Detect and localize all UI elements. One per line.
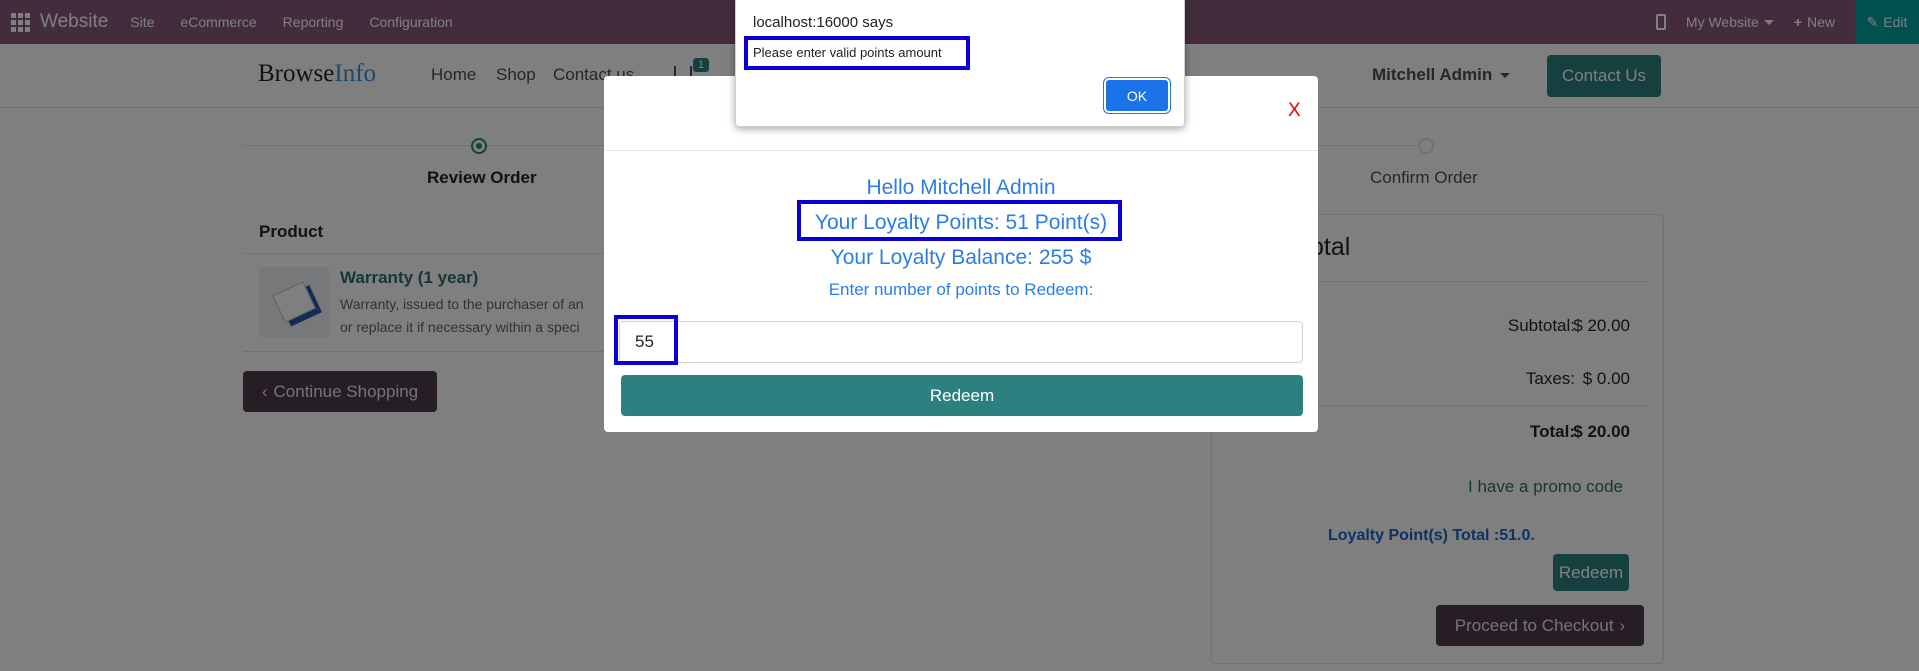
loyalty-redeem-modal: X Hello Mitchell Admin Your Loyalty Poin… <box>604 76 1318 432</box>
modal-close-button[interactable]: X <box>1288 100 1301 122</box>
highlight-box-points <box>797 200 1122 241</box>
loyalty-balance-text: Your Loyalty Balance: 255 $ <box>830 246 1092 269</box>
hello-greeting: Hello Mitchell Admin <box>866 176 1056 199</box>
redeem-button[interactable]: Redeem <box>621 375 1303 416</box>
highlight-box-input <box>614 315 678 365</box>
points-to-redeem-input[interactable]: 55 <box>619 321 1303 363</box>
browser-alert-dialog: localhost:16000 says Please enter valid … <box>735 0 1185 127</box>
alert-title: localhost:16000 says <box>753 14 894 31</box>
redeem-prompt: Enter number of points to Redeem: <box>828 280 1094 299</box>
highlight-box-alert <box>744 36 970 70</box>
alert-ok-button[interactable]: OK <box>1106 80 1168 111</box>
